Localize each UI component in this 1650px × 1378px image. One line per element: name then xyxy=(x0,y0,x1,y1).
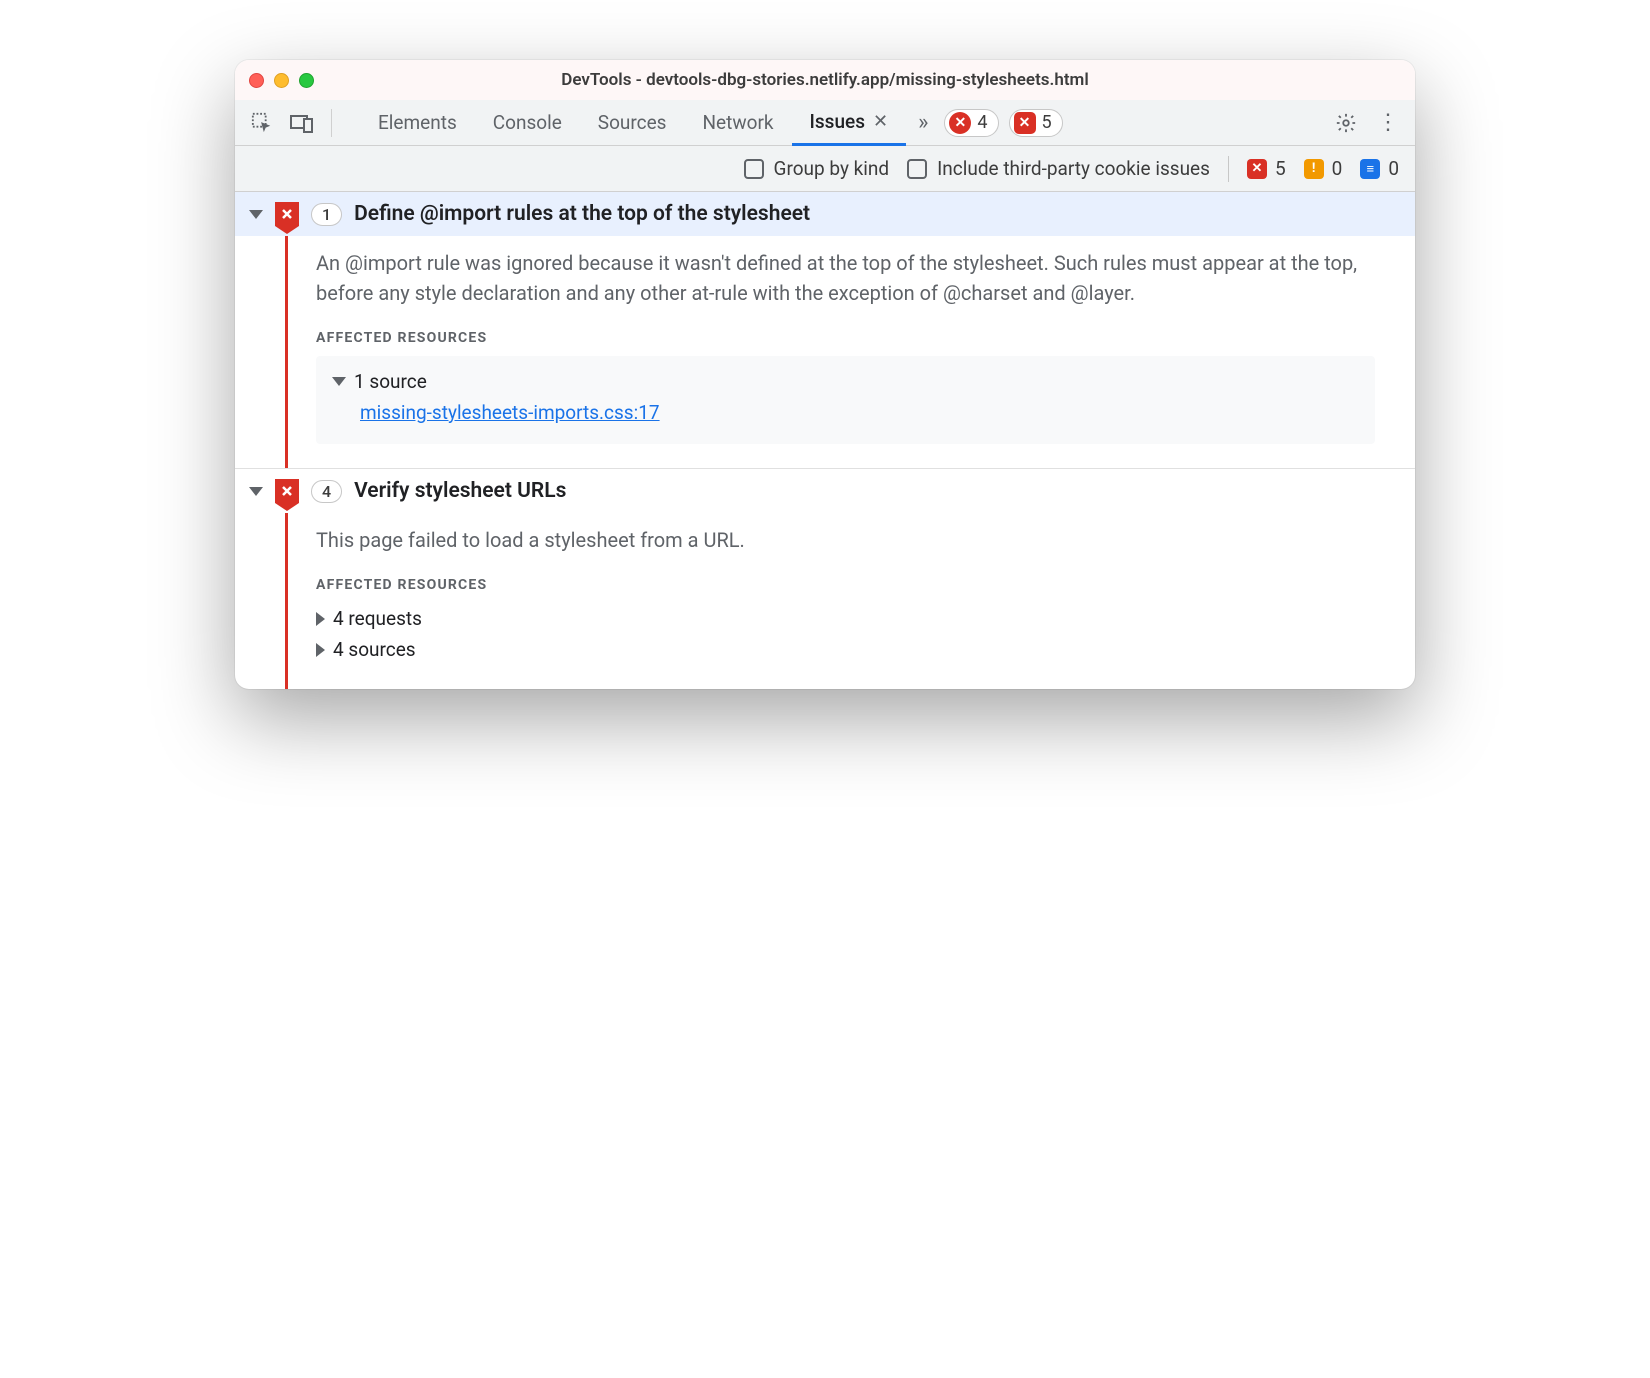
more-tabs-icon[interactable]: » xyxy=(912,110,934,135)
issue-header[interactable]: 4 Verify stylesheet URLs xyxy=(235,469,1415,513)
error-count-pill[interactable]: ✕ 4 xyxy=(944,109,998,137)
warning-icon: ! xyxy=(1304,159,1324,179)
zoom-window-button[interactable] xyxy=(299,73,314,88)
window-controls xyxy=(249,73,314,88)
issues-filter-bar: Group by kind Include third-party cookie… xyxy=(235,146,1415,192)
expand-icon xyxy=(332,377,346,386)
tab-label: Console xyxy=(493,111,562,134)
warning-filter-count[interactable]: ! 0 xyxy=(1304,157,1343,180)
sources-summary: 4 sources xyxy=(333,638,416,661)
info-icon: ≡ xyxy=(1360,159,1380,179)
issue-count-badge: 1 xyxy=(311,203,342,226)
issue-body: This page failed to load a stylesheet fr… xyxy=(285,513,1415,689)
include-third-party-checkbox[interactable]: Include third-party cookie issues xyxy=(907,157,1210,180)
sources-summary: 1 source xyxy=(354,370,427,393)
error-count: 4 xyxy=(977,112,987,133)
panel-tabs: Elements Console Sources Network Issues … xyxy=(360,100,906,146)
tab-console[interactable]: Console xyxy=(475,100,580,146)
device-toolbar-icon[interactable] xyxy=(285,106,319,140)
affected-resources-label: AFFECTED RESOURCES xyxy=(316,330,1375,346)
issue-error-icon: ✕ xyxy=(1014,112,1036,134)
error-icon: ✕ xyxy=(1247,159,1267,179)
sources-toggle[interactable]: 4 sources xyxy=(316,634,1375,665)
checkbox-label: Include third-party cookie issues xyxy=(937,157,1210,180)
tab-sources[interactable]: Sources xyxy=(580,100,685,146)
devtools-window: DevTools - devtools-dbg-stories.netlify.… xyxy=(235,60,1415,689)
checkbox-label: Group by kind xyxy=(774,157,890,180)
tab-issues[interactable]: Issues ✕ xyxy=(792,100,907,146)
expand-icon xyxy=(249,487,263,496)
checkbox-icon xyxy=(744,159,764,179)
tab-label: Elements xyxy=(378,111,457,134)
minimize-window-button[interactable] xyxy=(274,73,289,88)
issue-header[interactable]: 1 Define @import rules at the top of the… xyxy=(235,192,1415,236)
count-value: 5 xyxy=(1275,157,1286,180)
titlebar: DevTools - devtools-dbg-stories.netlify.… xyxy=(235,60,1415,100)
error-filter-count[interactable]: ✕ 5 xyxy=(1247,157,1286,180)
issue-description: This page failed to load a stylesheet fr… xyxy=(316,525,1375,555)
issue-description: An @import rule was ignored because it w… xyxy=(316,248,1375,308)
collapse-icon xyxy=(316,612,325,626)
issue-count-badge: 4 xyxy=(311,480,342,503)
requests-summary: 4 requests xyxy=(333,607,422,630)
inspect-element-icon[interactable] xyxy=(245,106,279,140)
tab-elements[interactable]: Elements xyxy=(360,100,475,146)
tab-network[interactable]: Network xyxy=(684,100,791,146)
issue-item: 1 Define @import rules at the top of the… xyxy=(235,192,1415,469)
sources-toggle[interactable]: 1 source xyxy=(332,366,1359,397)
more-options-icon[interactable]: ⋮ xyxy=(1371,110,1405,135)
issue-title: Verify stylesheet URLs xyxy=(354,479,566,503)
group-by-kind-checkbox[interactable]: Group by kind xyxy=(744,157,890,180)
expand-icon xyxy=(249,210,263,219)
separator xyxy=(331,109,332,137)
error-icon: ✕ xyxy=(949,112,971,134)
issue-item: 4 Verify stylesheet URLs This page faile… xyxy=(235,469,1415,689)
requests-toggle[interactable]: 4 requests xyxy=(316,603,1375,634)
issue-body: An @import rule was ignored because it w… xyxy=(285,236,1415,468)
info-filter-count[interactable]: ≡ 0 xyxy=(1360,157,1399,180)
count-value: 0 xyxy=(1388,157,1399,180)
collapse-icon xyxy=(316,643,325,657)
settings-icon[interactable] xyxy=(1327,112,1365,134)
issue-count: 5 xyxy=(1042,112,1052,133)
separator xyxy=(1228,156,1229,182)
close-icon[interactable]: ✕ xyxy=(873,111,888,132)
count-value: 0 xyxy=(1332,157,1343,180)
issue-count-pill[interactable]: ✕ 5 xyxy=(1009,109,1063,137)
tab-label: Sources xyxy=(598,111,667,134)
affected-resources-box: 1 source missing-stylesheets-imports.css… xyxy=(316,356,1375,444)
error-flag-icon xyxy=(275,479,299,503)
error-flag-icon xyxy=(275,202,299,226)
source-link-row: missing-stylesheets-imports.css:17 xyxy=(332,397,1359,428)
window-title: DevTools - devtools-dbg-stories.netlify.… xyxy=(235,70,1415,90)
issue-title: Define @import rules at the top of the s… xyxy=(354,202,810,226)
source-link[interactable]: missing-stylesheets-imports.css:17 xyxy=(360,401,660,424)
affected-resources-label: AFFECTED RESOURCES xyxy=(316,577,1375,593)
tab-label: Issues xyxy=(810,110,865,133)
checkbox-icon xyxy=(907,159,927,179)
main-tabstrip: Elements Console Sources Network Issues … xyxy=(235,100,1415,146)
tab-label: Network xyxy=(702,111,773,134)
close-window-button[interactable] xyxy=(249,73,264,88)
